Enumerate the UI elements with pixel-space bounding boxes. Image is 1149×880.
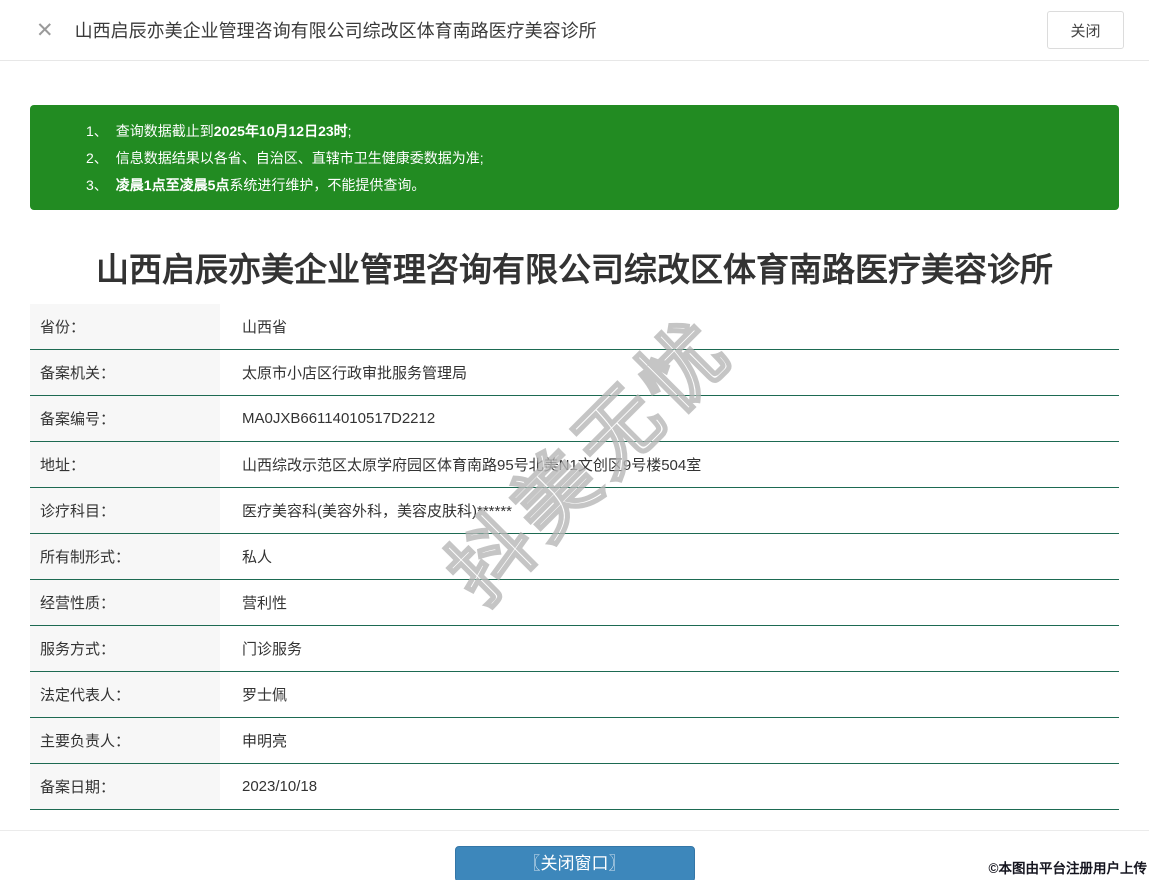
row-label: 省份： — [30, 304, 220, 349]
header-bar: ✕ 山西启辰亦美企业管理咨询有限公司综改区体育南路医疗美容诊所 关闭 — [0, 0, 1149, 61]
notice-text-segment: 信息数据结果以各省、自治区、直辖市卫生健康委数据为准; — [115, 150, 484, 166]
row-label: 诊疗科目： — [30, 488, 220, 533]
table-row: 备案日期： 2023/10/18 — [30, 764, 1119, 810]
row-value: 2023/10/18 — [220, 764, 1119, 809]
table-row: 所有制形式： 私人 — [30, 534, 1119, 580]
row-value: 山西综改示范区太原学府园区体育南路95号北美N1文创区9号楼504室 — [220, 442, 1119, 487]
close-x-icon[interactable]: ✕ — [36, 20, 54, 41]
notice-text-segment: 凌晨1点至凌晨5点 — [115, 177, 230, 193]
notice-line: 3、 凌晨1点至凌晨5点系统进行维护，不能提供查询。 — [86, 172, 1099, 199]
notice-line-number: 2、 — [86, 150, 108, 166]
row-label: 备案机关： — [30, 350, 220, 395]
row-value: 山西省 — [220, 304, 1119, 349]
row-value: 门诊服务 — [220, 626, 1119, 671]
table-row: 地址： 山西综改示范区太原学府园区体育南路95号北美N1文创区9号楼504室 — [30, 442, 1119, 488]
row-value: 营利性 — [220, 580, 1119, 625]
notice-text-segment: 查询数据截止到 — [115, 123, 214, 139]
row-label: 备案日期： — [30, 764, 220, 809]
row-value: 罗士佩 — [220, 672, 1119, 717]
notice-line: 2、 信息数据结果以各省、自治区、直辖市卫生健康委数据为准; — [86, 145, 1099, 172]
notice-line: 1、 查询数据截止到2025年10月12日23时; — [86, 118, 1099, 145]
credit-watermark: ©本图由平台注册用户上传 — [988, 861, 1147, 876]
close-button[interactable]: 关闭 — [1047, 11, 1124, 49]
row-label: 地址： — [30, 442, 220, 487]
notice-list: 1、 查询数据截止到2025年10月12日23时; 2、 信息数据结果以各省、自治区、… — [86, 118, 1099, 199]
row-value: 太原市小店区行政审批服务管理局 — [220, 350, 1119, 395]
detail-table: 省份： 山西省 备案机关： 太原市小店区行政审批服务管理局 备案编号： MA0JXB661… — [30, 304, 1119, 810]
notice-text-segment: ; — [347, 123, 352, 139]
notice-line-number: 3、 — [86, 177, 108, 193]
notice-text-segment: 系统进行维护，不能提供查询。 — [229, 177, 426, 193]
page-title: 山西启辰亦美企业管理咨询有限公司综改区体育南路医疗美容诊所 — [96, 251, 1053, 288]
row-label: 服务方式： — [30, 626, 220, 671]
row-label: 法定代表人： — [30, 672, 220, 717]
table-row: 备案编号： MA0JXB66114010517D2212 — [30, 396, 1119, 442]
row-value: 医疗美容科(美容外科，美容皮肤科)****** — [220, 488, 1119, 533]
row-value: 申明亮 — [220, 718, 1119, 763]
row-label: 主要负责人： — [30, 718, 220, 763]
button-row: 〖关闭窗口〗 — [0, 846, 1149, 880]
table-row: 备案机关： 太原市小店区行政审批服务管理局 — [30, 350, 1119, 396]
notice-line-number: 1、 — [86, 123, 108, 139]
row-label: 经营性质： — [30, 580, 220, 625]
table-row: 主要负责人： 申明亮 — [30, 718, 1119, 764]
notice-text-segment: 2025年10月12日23时 — [213, 123, 348, 139]
row-label: 所有制形式： — [30, 534, 220, 579]
row-value: MA0JXB66114010517D2212 — [220, 396, 1119, 441]
table-row: 诊疗科目： 医疗美容科(美容外科，美容皮肤科)****** — [30, 488, 1119, 534]
notice-box: 1、 查询数据截止到2025年10月12日23时; 2、 信息数据结果以各省、自治区、… — [30, 105, 1119, 210]
panel-divider — [0, 830, 1149, 831]
header-title: 山西启辰亦美企业管理咨询有限公司综改区体育南路医疗美容诊所 — [74, 21, 597, 41]
table-row: 法定代表人： 罗士佩 — [30, 672, 1119, 718]
row-value: 私人 — [220, 534, 1119, 579]
row-label: 备案编号： — [30, 396, 220, 441]
table-row: 省份： 山西省 — [30, 304, 1119, 350]
table-row: 经营性质： 营利性 — [30, 580, 1119, 626]
table-row: 服务方式： 门诊服务 — [30, 626, 1119, 672]
close-window-button[interactable]: 〖关闭窗口〗 — [454, 846, 695, 880]
